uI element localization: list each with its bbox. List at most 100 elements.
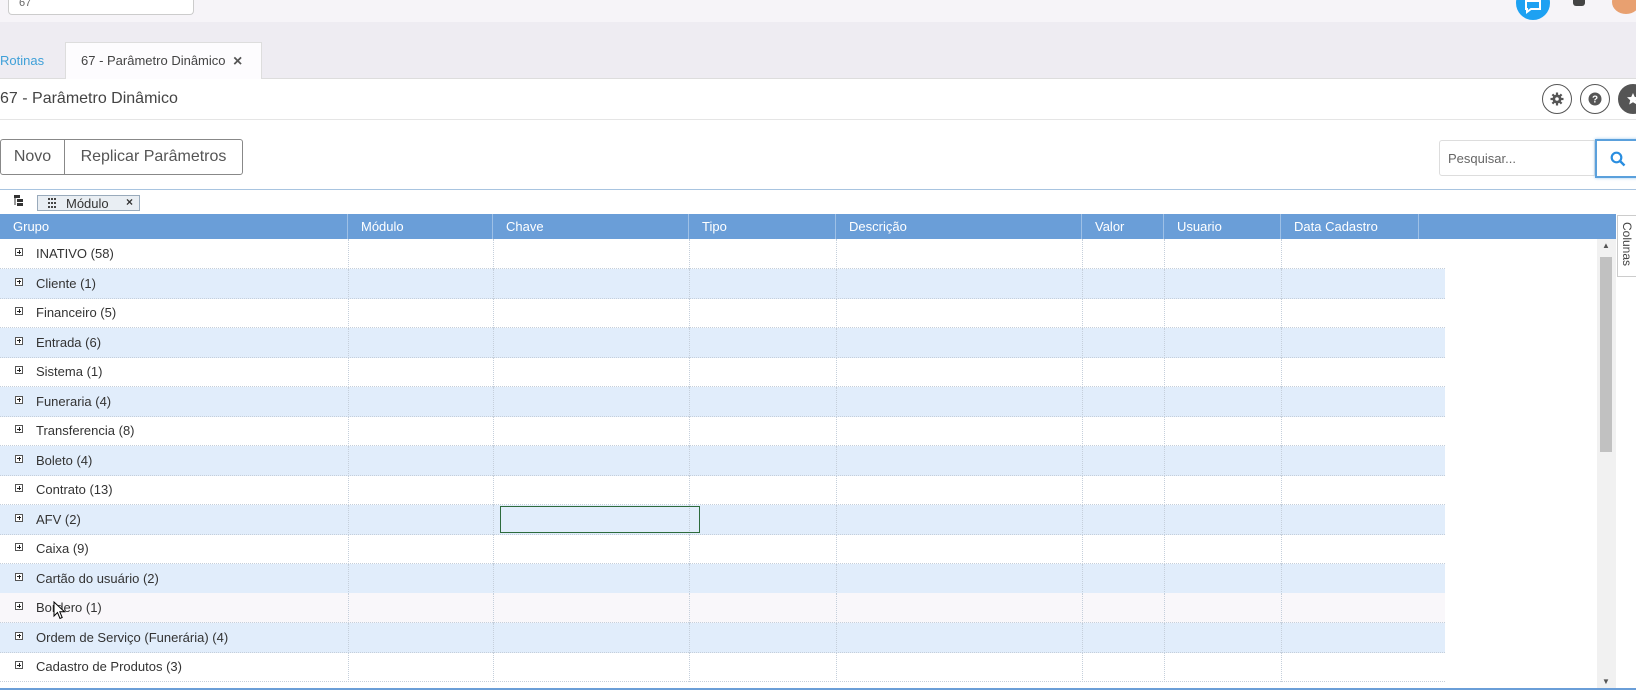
cell-divider — [1164, 504, 1165, 535]
expand-icon[interactable] — [15, 454, 23, 463]
cell-divider — [1082, 593, 1083, 623]
expand-icon[interactable] — [15, 602, 23, 610]
columns-panel-toggle[interactable]: Colunas — [1617, 215, 1636, 277]
expand-icon[interactable] — [15, 572, 23, 581]
expand-icon[interactable] — [15, 631, 23, 640]
cell-divider — [1164, 357, 1165, 387]
group-row[interactable]: Cartão do usuário (2) — [0, 563, 1445, 594]
cell-divider — [348, 475, 349, 505]
group-chip-modulo[interactable]: Módulo × — [37, 195, 140, 211]
expand-icon[interactable] — [15, 366, 23, 374]
group-row[interactable]: Sistema (1) — [0, 357, 1445, 387]
star-icon — [1627, 93, 1636, 105]
favorite-button[interactable] — [1618, 84, 1636, 114]
column-header-4[interactable]: Descrição — [836, 214, 1082, 239]
novo-button[interactable]: Novo — [0, 139, 65, 175]
scrollbar-thumb[interactable] — [1600, 257, 1612, 452]
cell-divider — [836, 268, 837, 299]
group-chip-label: Módulo — [66, 196, 109, 211]
data-grid: Grupo Módulo Chave Tipo Descrição Valor Usuari… — [0, 214, 1616, 688]
cell-divider — [1281, 534, 1282, 564]
search-button[interactable] — [1595, 139, 1636, 178]
column-header-0[interactable]: Grupo — [0, 214, 348, 239]
tab-parametro-dinamico[interactable]: 67 - Parâmetro Dinâmico × — [65, 42, 262, 80]
search-input[interactable] — [1439, 140, 1595, 176]
cell-divider — [348, 327, 349, 358]
group-row[interactable]: Caixa (9) — [0, 534, 1445, 564]
cell-divider — [493, 563, 494, 594]
cell-divider — [1281, 652, 1282, 682]
chat-icon — [1525, 0, 1541, 14]
column-header-2[interactable]: Chave — [493, 214, 689, 239]
gear-icon — [1550, 92, 1564, 106]
tab-rotinas[interactable]: Rotinas — [0, 53, 44, 68]
vertical-scrollbar[interactable]: ▲ ▼ — [1597, 239, 1616, 688]
group-row[interactable]: Cliente (1) — [0, 268, 1445, 299]
group-row[interactable]: Boleto (4) — [0, 445, 1445, 476]
cell-divider — [493, 622, 494, 653]
expand-icon[interactable] — [15, 484, 23, 492]
selected-cell[interactable] — [500, 505, 700, 533]
group-row[interactable]: INATIVO (58) — [0, 239, 1445, 269]
group-tree-icon[interactable] — [14, 195, 24, 206]
group-row[interactable]: Cadastro de Produtos (3) — [0, 652, 1445, 682]
cell-divider — [836, 327, 837, 358]
chat-button[interactable] — [1516, 0, 1550, 20]
tab-label: 67 - Parâmetro Dinâmico — [81, 53, 226, 68]
expand-icon[interactable] — [15, 248, 23, 256]
cell-divider — [689, 475, 690, 505]
help-button[interactable]: ? — [1580, 84, 1610, 114]
expand-icon[interactable] — [15, 425, 23, 433]
scroll-down-icon[interactable]: ▼ — [1602, 677, 1610, 686]
cell-divider — [348, 239, 349, 269]
cell-divider — [348, 622, 349, 653]
group-row[interactable]: Entrada (6) — [0, 327, 1445, 358]
settings-button[interactable] — [1542, 84, 1572, 114]
close-tab-icon[interactable]: × — [233, 53, 242, 71]
cell-divider — [1281, 475, 1282, 505]
expand-icon[interactable] — [15, 277, 23, 286]
column-header-3[interactable]: Tipo — [689, 214, 836, 239]
expand-icon[interactable] — [15, 307, 23, 315]
cell-divider — [836, 357, 837, 387]
cell-divider — [1082, 327, 1083, 358]
replicar-parametros-button[interactable]: Replicar Parâmetros — [64, 139, 243, 175]
cell-divider — [689, 357, 690, 387]
group-row[interactable]: Ordem de Serviço (Funerária) (4) — [0, 622, 1445, 653]
help-icon: ? — [1588, 92, 1602, 106]
column-header-6[interactable]: Usuario — [1164, 214, 1281, 239]
group-row[interactable]: Transferencia (8) — [0, 416, 1445, 446]
group-row[interactable]: Funeraria (4) — [0, 386, 1445, 417]
avatar[interactable] — [1612, 0, 1636, 14]
cell-divider — [493, 298, 494, 328]
cell-divider — [348, 357, 349, 387]
page-title: 67 - Parâmetro Dinâmico — [0, 90, 178, 107]
expand-icon[interactable] — [15, 543, 23, 551]
scroll-up-icon[interactable]: ▲ — [1602, 241, 1610, 250]
column-header-5[interactable]: Valor — [1082, 214, 1164, 239]
cell-divider — [1082, 534, 1083, 564]
expand-icon[interactable] — [15, 661, 23, 669]
cell-divider — [1082, 268, 1083, 299]
column-header-7[interactable]: Data Cadastro — [1281, 214, 1419, 239]
cell-divider — [493, 268, 494, 299]
cell-divider — [1281, 563, 1282, 594]
expand-icon[interactable] — [15, 336, 23, 345]
cell-divider — [689, 445, 690, 476]
notification-bell-icon[interactable] — [1573, 0, 1585, 6]
cell-divider — [836, 563, 837, 594]
expand-icon[interactable] — [15, 513, 23, 522]
group-row[interactable]: AFV (2) — [0, 504, 1445, 535]
column-header-1[interactable]: Módulo — [348, 214, 493, 239]
remove-group-icon[interactable]: × — [126, 195, 133, 209]
group-row[interactable]: Contrato (13) — [0, 475, 1445, 505]
cell-divider — [1164, 239, 1165, 269]
cell-divider — [493, 357, 494, 387]
expand-icon[interactable] — [15, 395, 23, 404]
cell-divider — [1164, 652, 1165, 682]
group-row[interactable]: Bordero (1) — [0, 593, 1445, 623]
global-search-input[interactable]: 67 — [8, 0, 194, 15]
cell-divider — [689, 268, 690, 299]
cell-divider — [689, 652, 690, 682]
group-row[interactable]: Financeiro (5) — [0, 298, 1445, 328]
